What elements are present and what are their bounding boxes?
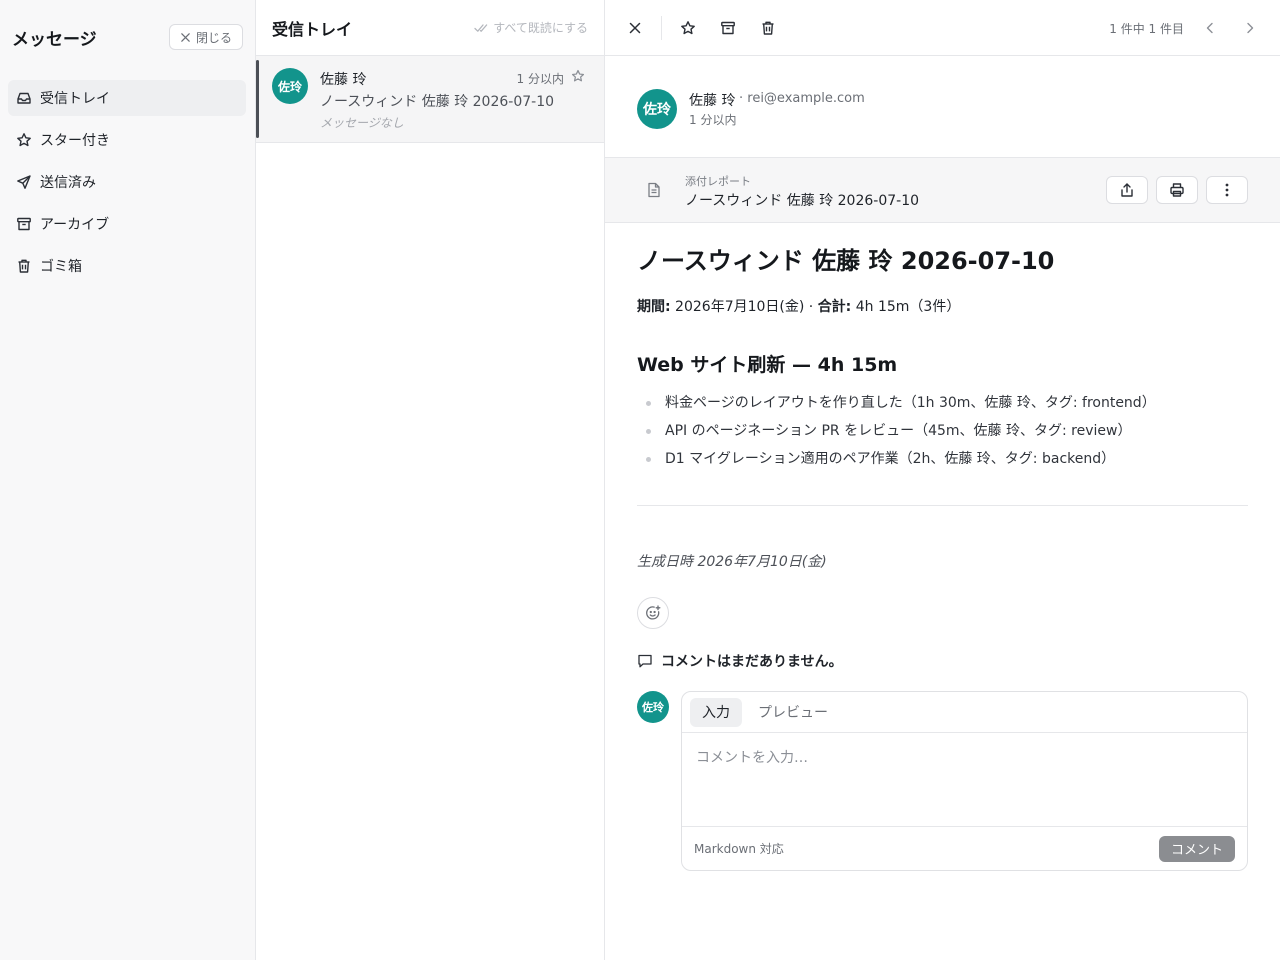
sidebar-item-sent[interactable]: 送信済み [8,164,246,200]
sidebar-title: メッセージ [12,29,97,50]
printer-icon [1170,183,1184,197]
editor-footer: Markdown 対応 コメント [682,826,1247,870]
period-label: 期間: [637,299,671,315]
message-counter: 1 件中 1 件目 [1109,22,1184,36]
sidebar-item-starred[interactable]: スター付き [8,122,246,158]
more-options-button[interactable] [1206,176,1248,204]
inbox-icon [17,92,31,104]
print-button[interactable] [1156,176,1198,204]
share-icon [1121,183,1133,197]
generated-date: 生成日時 2026年7月10日(金) [637,554,827,570]
document-icon [648,182,660,198]
sidebar-item-trash[interactable]: ゴミ箱 [8,248,246,284]
more-vertical-icon [1225,183,1229,197]
inbox-list: 受信トレイ すべて既読にする 佐玲 佐藤 玲 1 分以内 ノースウィンド 佐藤 … [256,0,605,960]
sender-email: · rei@example.com [739,91,865,106]
sent-time: 1 分以内 [689,113,737,127]
message-body: ノースウィンド 佐藤 玲 2026-07-10 期間: 2026年7月10日(金… [637,246,1248,873]
sidebar-item-archive[interactable]: アーカイブ [8,206,246,242]
report-meta: 期間: 2026年7月10日(金) · 合計: 4h 15m（3件） [637,297,1248,317]
tab-write[interactable]: 入力 [690,697,742,727]
star-icon [571,69,585,82]
star-button[interactable] [676,16,700,40]
comments-empty-text: コメントはまだありません。 [661,654,843,670]
avatar: 佐玲 [272,68,308,104]
tab-preview[interactable]: プレビュー [746,698,840,727]
sidebar-item-label: アーカイブ [40,217,110,233]
sidebar-item-label: 受信トレイ [40,91,110,107]
message-preview: メッセージなし [320,116,404,130]
comments-empty-state: コメントはまだありません。 [637,651,1248,671]
sender-block: 佐玲 佐藤 玲 · rei@example.com 1 分以内 [605,56,1280,157]
comment-composer: 佐玲 入力 プレビュー Markdown 対応 コメント [637,691,1248,873]
next-message-button[interactable] [1238,16,1262,40]
trash-icon [762,21,774,35]
message-sender: 佐藤 玲 [320,72,367,88]
list-item: API のページネーション PR をレビュー（45m、佐藤 玲、タグ: revi… [637,421,1248,441]
markdown-note: Markdown 対応 [694,842,784,856]
sidebar-item-label: 送信済み [40,175,96,191]
comment-editor: 入力 プレビュー Markdown 対応 コメント [681,691,1248,871]
total-value: 4h 15m（3件） [851,299,961,315]
message-time: 1 分以内 [516,72,564,86]
archive-icon [721,21,735,35]
close-button[interactable]: 閉じる [168,24,243,50]
comment-input[interactable] [682,733,1247,826]
chevron-left-icon [1206,22,1213,34]
message-subject: ノースウィンド 佐藤 玲 2026-07-10 [320,94,555,110]
close-icon [181,32,190,42]
list-item: 料金ページのレイアウトを作り直した（1h 30m、佐藤 玲、タグ: fronte… [637,393,1248,413]
archive-icon [17,217,31,231]
total-label: 合計: [817,299,852,315]
mark-all-read-button[interactable]: すべて既読にする [474,19,588,36]
star-icon [17,133,31,147]
submit-comment-button[interactable]: コメント [1158,835,1235,862]
chevron-right-icon [1247,22,1254,34]
attachment-title: ノースウィンド 佐藤 玲 2026-07-10 [685,193,920,209]
detail-toolbar: 1 件中 1 件目 [605,0,1280,56]
comment-icon [638,654,652,668]
message-detail: 1 件中 1 件目 佐玲 佐藤 玲 · rei@example.com 1 分以… [605,0,1280,960]
sidebar-item-inbox[interactable]: 受信トレイ [8,80,246,116]
close-button-label: 閉じる [195,30,232,45]
sidebar: メッセージ 閉じる 受信トレイ スター付き 送信済み アーカイブ ゴミ箱 [0,0,256,960]
inbox-title: 受信トレイ [272,19,353,39]
sidebar-nav: 受信トレイ スター付き 送信済み アーカイブ ゴミ箱 [8,80,246,290]
attachment-label: 添付レポート [685,175,751,188]
list-item: D1 マイグレーション適用のペア作業（2h、佐藤 玲、タグ: backend） [637,449,1248,469]
close-detail-button[interactable] [623,16,647,40]
divider [637,505,1248,506]
emoji-add-icon [646,605,661,620]
close-icon [629,22,641,34]
star-icon [681,21,695,35]
double-check-icon [474,23,488,32]
inbox-header: 受信トレイ すべて既読にする [256,0,604,56]
share-button[interactable] [1106,176,1148,204]
section-title: Web サイト刷新 — 4h 15m [637,354,898,376]
archive-button[interactable] [716,16,740,40]
previous-message-button[interactable] [1198,16,1222,40]
mark-all-read-label: すべて既読にする [493,21,588,35]
trash-icon [18,259,30,273]
editor-tabs: 入力 プレビュー [682,692,1247,733]
sidebar-item-label: スター付き [40,133,110,149]
sidebar-item-label: ゴミ箱 [40,259,82,275]
avatar: 佐玲 [637,691,669,723]
sender-name: 佐藤 玲 [689,93,736,109]
toolbar-divider [661,16,662,40]
report-title: ノースウィンド 佐藤 玲 2026-07-10 [637,247,1055,275]
sidebar-header: メッセージ 閉じる [12,22,243,52]
delete-button[interactable] [756,16,780,40]
send-icon [17,175,31,189]
time-entries-list: 料金ページのレイアウトを作り直した（1h 30m、佐藤 玲、タグ: fronte… [637,393,1248,469]
star-toggle-button[interactable] [571,69,585,83]
add-reaction-button[interactable] [637,597,669,629]
message-item[interactable]: 佐玲 佐藤 玲 1 分以内 ノースウィンド 佐藤 玲 2026-07-10 メッ… [256,56,604,143]
attachment-bar: 添付レポート ノースウィンド 佐藤 玲 2026-07-10 [605,157,1280,223]
avatar: 佐玲 [637,89,677,129]
period-value: 2026年7月10日(金) · [670,299,818,315]
